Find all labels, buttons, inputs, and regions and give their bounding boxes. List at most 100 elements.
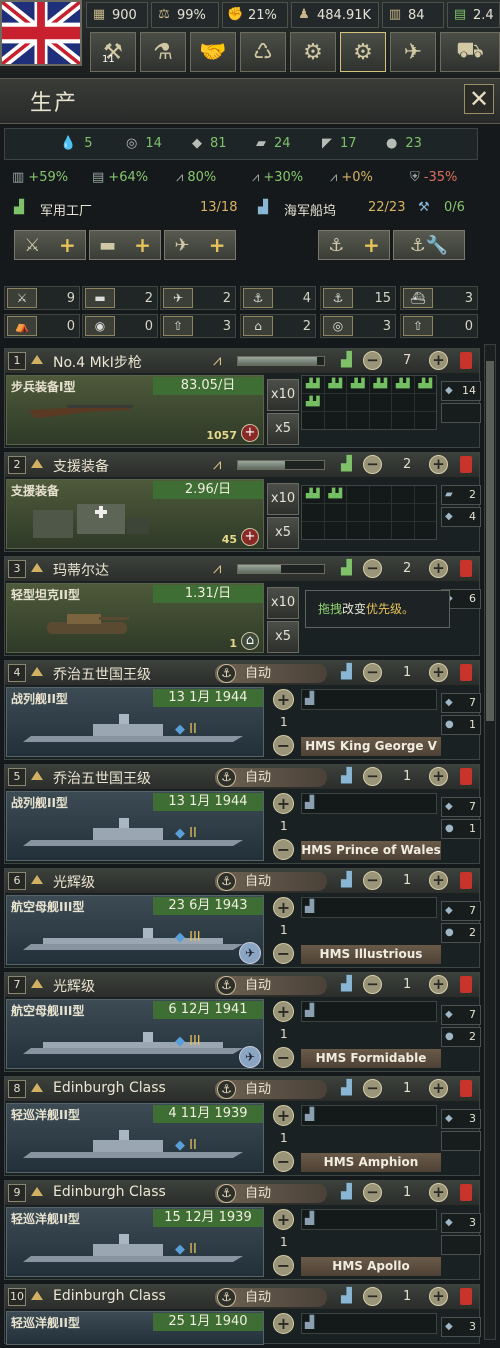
auto-naming-toggle[interactable]: ⚓ 自动 (215, 1080, 327, 1099)
auto-naming-toggle[interactable]: ⚓ 自动 (215, 872, 327, 891)
modifier-5[interactable]: ⩘ +0% (330, 166, 373, 188)
ship-name[interactable]: HMS Formidable (301, 1049, 441, 1068)
add-dockyard-button[interactable]: + (429, 1183, 448, 1202)
ship-name[interactable]: HMS Amphion (301, 1153, 441, 1172)
resource-requirement[interactable]: ◆ 14 (441, 381, 481, 401)
move-up-icon[interactable] (31, 771, 43, 780)
category-count[interactable]: ⚔ 9 (4, 286, 80, 310)
remove-factory-button[interactable]: − (363, 559, 382, 578)
auto-naming-toggle[interactable]: ⚓ 自动 (215, 1184, 327, 1203)
remove-ship-count-button[interactable]: − (273, 839, 294, 860)
modifier-3[interactable]: ⩘ 80% (176, 166, 216, 188)
modifier-6[interactable]: ⛨ -35% (410, 166, 457, 188)
rubber-resource[interactable]: ◎ 14 (126, 131, 162, 155)
remove-dockyard-button[interactable]: − (363, 871, 382, 890)
steel-resource[interactable]: ◆ 81 (192, 131, 227, 155)
x5-button[interactable]: x5 (267, 413, 299, 445)
diplomacy-tab[interactable]: 🤝 (190, 32, 236, 72)
add-ship-count-button[interactable]: + (273, 689, 294, 710)
add-plane-button[interactable]: ✈ + (164, 230, 236, 260)
modifier-1[interactable]: ▥ +59% (12, 166, 68, 188)
x5-button[interactable]: x5 (267, 621, 299, 653)
remove-dockyard-button[interactable]: − (363, 767, 382, 786)
category-count[interactable]: ▬ 2 (82, 286, 158, 310)
add-artillery-button[interactable]: ⚔ + (14, 230, 86, 260)
resource-requirement[interactable]: ◆ 7 (441, 1005, 481, 1025)
category-count[interactable]: ⚓ 4 (240, 286, 316, 310)
ship-production-line[interactable]: 7 光辉级 ⚓ 自动 ▟ − 1 + 航空母舰III型 6 12月 1941 ◆ … (4, 972, 481, 1072)
add-dockyard-button[interactable]: + (429, 767, 448, 786)
line-header[interactable]: 10 Edinburgh Class ⚓ 自动 ▟ − 1 + (5, 1285, 479, 1309)
remove-dockyard-button[interactable]: − (363, 1183, 382, 1202)
add-ship-button[interactable]: ⚓ + (318, 230, 390, 260)
production-line[interactable]: 1 No.4 MkⅠ步枪 ⩘ ▟ − 7 + 步兵装备I型 83.05/日 10… (4, 348, 481, 448)
trade-tab[interactable]: ♺ (240, 32, 286, 72)
move-up-icon[interactable] (31, 875, 43, 884)
resource-requirement[interactable]: ◆ 4 (441, 507, 481, 527)
resource-requirement[interactable]: ◆ 3 (441, 1213, 481, 1233)
add-factory-button[interactable]: + (429, 455, 448, 474)
category-count[interactable]: ⛴ 3 (400, 286, 478, 310)
resource-requirement[interactable]: ● 2 (441, 1027, 481, 1047)
resource-requirement[interactable]: ● 1 (441, 819, 481, 839)
delete-icon[interactable] (460, 1184, 472, 1201)
delete-icon[interactable] (460, 664, 472, 681)
remove-ship-count-button[interactable]: − (273, 735, 294, 756)
delete-icon[interactable] (460, 352, 472, 369)
x10-button[interactable]: x10 (267, 587, 299, 619)
line-header[interactable]: 2 支援装备 ⩘ ▟ − 2 + (5, 453, 479, 477)
auto-naming-toggle[interactable]: ⚓ 自动 (215, 976, 327, 995)
delete-icon[interactable] (460, 1080, 472, 1097)
auto-naming-toggle[interactable]: ⚓ 自动 (215, 1288, 327, 1307)
ship-production-line[interactable]: 4 乔治五世国王级 ⚓ 自动 ▟ − 1 + 战列舰II型 13 1月 1944 … (4, 660, 481, 760)
refit-ship-button[interactable]: ⚓🔧 (393, 230, 465, 260)
political-power[interactable]: ▦ 900 (86, 2, 148, 28)
remove-ship-count-button[interactable]: − (273, 943, 294, 964)
add-ship-count-button[interactable]: + (273, 793, 294, 814)
resource-requirement[interactable]: ◆ 3 (441, 1109, 481, 1129)
research-tab[interactable]: ⚗ (140, 32, 186, 72)
add-dockyard-button[interactable]: + (429, 975, 448, 994)
war-support[interactable]: ✊ 21% (222, 2, 288, 28)
category-count[interactable]: ⇧ 3 (160, 314, 236, 338)
line-header[interactable]: 5 乔治五世国王级 ⚓ 自动 ▟ − 1 + (5, 765, 479, 789)
delete-icon[interactable] (460, 768, 472, 785)
resource-requirement[interactable]: ● 2 (441, 923, 481, 943)
x5-button[interactable]: x5 (267, 517, 299, 549)
modifier-4[interactable]: ⩘ +30% (252, 166, 303, 188)
decisions-tab[interactable]: ⚒ (90, 32, 136, 72)
delete-icon[interactable] (460, 1288, 472, 1305)
add-dockyard-button[interactable]: + (429, 871, 448, 890)
add-factory-button[interactable]: + (429, 351, 448, 370)
delete-icon[interactable] (460, 976, 472, 993)
move-up-icon[interactable] (31, 459, 43, 468)
add-ship-count-button[interactable]: + (273, 1209, 294, 1230)
category-count[interactable]: ✈ 2 (160, 286, 236, 310)
ship-production-line[interactable]: 5 乔治五世国王级 ⚓ 自动 ▟ − 1 + 战列舰II型 13 1月 1944 … (4, 764, 481, 864)
resource-requirement[interactable]: ◆ 3 (441, 1317, 481, 1337)
remove-dockyard-button[interactable]: − (363, 663, 382, 682)
ship-name[interactable]: HMS Prince of Wales (301, 841, 441, 860)
category-count[interactable]: ◎ 3 (320, 314, 396, 338)
uk-flag[interactable] (0, 0, 82, 66)
remove-ship-count-button[interactable]: − (273, 1047, 294, 1068)
ship-name[interactable]: HMS Apollo (301, 1257, 441, 1276)
category-count[interactable]: ⌂ 2 (240, 314, 316, 338)
remove-dockyard-button[interactable]: − (363, 1287, 382, 1306)
remove-dockyard-button[interactable]: − (363, 1079, 382, 1098)
resource-requirement[interactable]: ◆ 7 (441, 693, 481, 713)
chromium-resource[interactable]: ● 23 (386, 131, 422, 155)
resource-requirement[interactable]: ◆ 7 (441, 901, 481, 921)
line-header[interactable]: 6 光辉级 ⚓ 自动 ▟ − 1 + (5, 869, 479, 893)
modifier-2[interactable]: ▤ +64% (92, 166, 148, 188)
line-header[interactable]: 1 No.4 MkⅠ步枪 ⩘ ▟ − 7 + (5, 349, 479, 373)
remove-factory-button[interactable]: − (363, 351, 382, 370)
add-ship-count-button[interactable]: + (273, 897, 294, 918)
move-up-icon[interactable] (31, 1187, 43, 1196)
manpower[interactable]: ♟ 484.91K (291, 2, 379, 28)
resource-requirement[interactable]: ● 1 (441, 715, 481, 735)
construction-tab[interactable]: ⚙ (290, 32, 336, 72)
x10-button[interactable]: x10 (267, 483, 299, 515)
scrollbar[interactable] (484, 344, 496, 1340)
convoys[interactable]: ▤ 2.4 (447, 2, 500, 28)
